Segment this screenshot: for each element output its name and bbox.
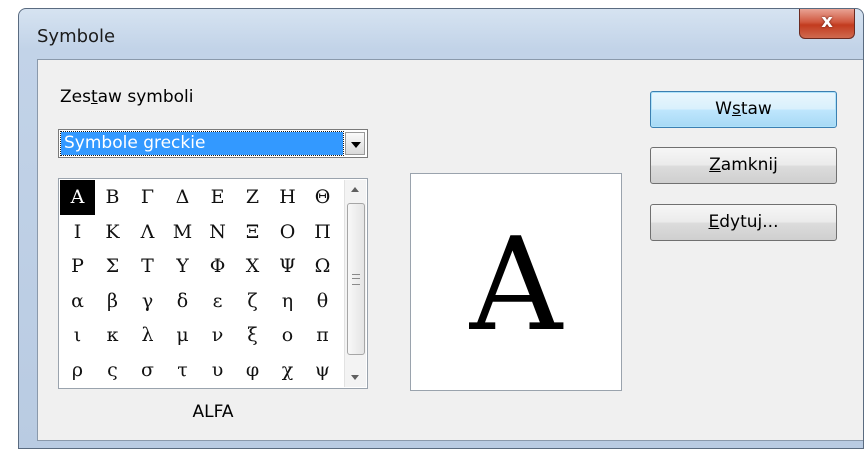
symbol-cell[interactable]: κ xyxy=(95,318,130,353)
symbol-cell[interactable]: ε xyxy=(200,284,235,319)
symbol-cell[interactable]: Ρ xyxy=(60,249,95,284)
symbol-grid-scrollbar[interactable] xyxy=(344,180,366,387)
symbols-dialog: Symbole x Zestaw symboli Symbole greckie… xyxy=(18,8,864,449)
symbol-cell[interactable]: Ο xyxy=(270,215,305,250)
symbol-cell[interactable]: Δ xyxy=(165,180,200,215)
window-title: Symbole xyxy=(37,26,116,47)
symbol-cell[interactable]: Χ xyxy=(235,249,270,284)
symbol-cell[interactable]: θ xyxy=(305,284,340,319)
symbol-cell[interactable]: ζ xyxy=(235,284,270,319)
symbol-cell[interactable]: μ xyxy=(165,318,200,353)
close-icon: x xyxy=(821,11,833,32)
symbol-grid-box: ΑΒΓΔΕΖΗΘ ΙΚΛΜΝΞΟΠ ΡΣΤΥΦΧΨΩαβγδεζηθ ικλμνξοπ… xyxy=(58,178,368,389)
symbol-cell[interactable]: ι xyxy=(60,318,95,353)
title-bar[interactable]: Symbole x xyxy=(19,9,863,59)
symbol-cell[interactable]: Λ xyxy=(130,215,165,250)
selected-symbol-name: ALFA xyxy=(192,402,234,422)
symbol-set-label: Zestaw symboli xyxy=(60,87,194,107)
symbol-cell[interactable]: Π xyxy=(305,215,340,250)
symbol-cell[interactable]: Υ xyxy=(165,249,200,284)
symbol-cell[interactable]: ρ xyxy=(60,353,95,388)
symbol-cell[interactable]: λ xyxy=(130,318,165,353)
symbol-cell[interactable]: ο xyxy=(270,318,305,353)
symbol-cell[interactable]: φ xyxy=(235,353,270,388)
symbol-cell[interactable]: ν xyxy=(200,318,235,353)
symbol-cell[interactable]: ξ xyxy=(235,318,270,353)
symbol-cell[interactable]: δ xyxy=(165,284,200,319)
symbol-cell[interactable]: Ω xyxy=(305,249,340,284)
symbol-cell[interactable]: Η xyxy=(270,180,305,215)
symbol-cell[interactable]: Β xyxy=(95,180,130,215)
preview-glyph: A xyxy=(469,211,563,360)
symbol-cell[interactable]: γ xyxy=(130,284,165,319)
edit-button[interactable]: Edytuj... xyxy=(650,204,837,241)
symbol-grid: ΑΒΓΔΕΖΗΘ ΙΚΛΜΝΞΟΠ ΡΣΤΥΦΧΨΩαβγδεζηθ ικλμνξοπ… xyxy=(60,180,340,387)
chevron-down-icon[interactable] xyxy=(345,132,365,155)
scroll-down-arrow-icon[interactable] xyxy=(345,367,366,387)
symbol-cell[interactable]: ψ xyxy=(305,353,340,388)
symbol-cell[interactable]: Ξ xyxy=(235,215,270,250)
symbol-cell[interactable]: Γ xyxy=(130,180,165,215)
symbol-cell[interactable]: π xyxy=(305,318,340,353)
symbol-cell[interactable]: α xyxy=(60,284,95,319)
symbol-cell[interactable]: Κ xyxy=(95,215,130,250)
scroll-up-arrow-icon[interactable] xyxy=(345,180,366,200)
symbol-cell[interactable]: Τ xyxy=(130,249,165,284)
dialog-content: Zestaw symboli Symbole greckie ΑΒΓΔΕΖΗΘ Ι… xyxy=(37,59,863,441)
symbol-cell[interactable]: τ xyxy=(165,353,200,388)
grip-icon xyxy=(352,274,360,285)
symbol-cell[interactable]: ς xyxy=(95,353,130,388)
insert-button[interactable]: Wstaw xyxy=(650,91,837,128)
symbol-cell[interactable]: Ι xyxy=(60,215,95,250)
symbol-cell[interactable]: Ψ xyxy=(270,249,305,284)
symbol-cell[interactable]: σ xyxy=(130,353,165,388)
symbol-cell[interactable]: Φ xyxy=(200,249,235,284)
symbol-cell[interactable]: Ζ xyxy=(235,180,270,215)
symbol-cell[interactable]: χ xyxy=(270,353,305,388)
symbol-cell[interactable]: υ xyxy=(200,353,235,388)
symbol-cell[interactable]: Ν xyxy=(200,215,235,250)
symbol-preview: A xyxy=(410,173,622,391)
scrollbar-thumb[interactable] xyxy=(347,203,365,355)
close-window-button[interactable]: x xyxy=(799,9,855,39)
symbol-cell[interactable]: Σ xyxy=(95,249,130,284)
symbol-set-dropdown[interactable]: Symbole greckie xyxy=(58,129,368,158)
close-button[interactable]: Zamknij xyxy=(650,147,837,184)
symbol-cell[interactable]: Α xyxy=(60,180,95,215)
symbol-cell[interactable]: Μ xyxy=(165,215,200,250)
symbol-cell[interactable]: β xyxy=(95,284,130,319)
symbol-cell[interactable]: Ε xyxy=(200,180,235,215)
symbol-cell[interactable]: Θ xyxy=(305,180,340,215)
symbol-cell[interactable]: η xyxy=(270,284,305,319)
symbol-set-selected-value: Symbole greckie xyxy=(60,131,344,156)
